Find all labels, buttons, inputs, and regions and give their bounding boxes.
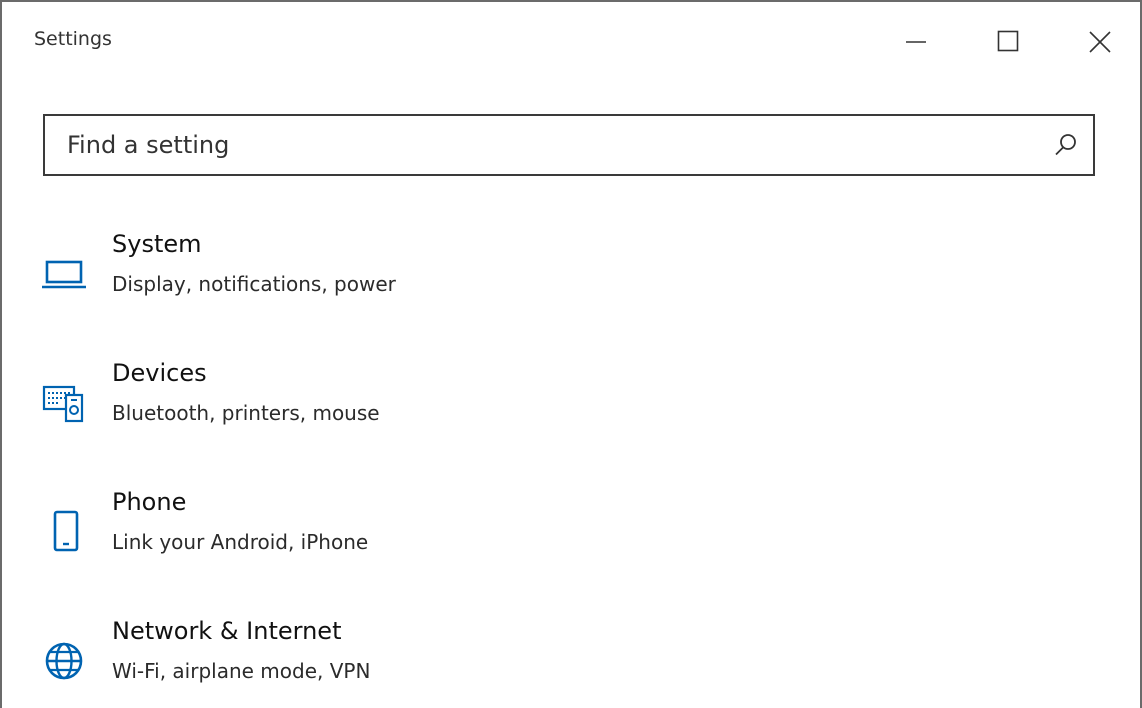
search-input[interactable]: Find a setting — [43, 114, 1095, 176]
category-subtitle: Link your Android, iPhone — [112, 530, 369, 554]
category-system[interactable]: System Display, notifications, power — [32, 220, 1112, 330]
category-subtitle: Bluetooth, printers, mouse — [112, 401, 380, 425]
search-placeholder: Find a setting — [67, 131, 230, 159]
category-devices[interactable]: Devices Bluetooth, printers, mouse — [32, 349, 1112, 459]
category-subtitle: Wi-Fi, airplane mode, VPN — [112, 659, 371, 683]
minimize-button[interactable] — [888, 16, 944, 68]
category-title: Phone — [112, 488, 187, 516]
maximize-button[interactable] — [980, 16, 1036, 68]
laptop-icon — [42, 260, 86, 289]
category-title: Network & Internet — [112, 617, 342, 645]
settings-window: Settings Find a setting System Display, … — [0, 0, 1142, 708]
phone-icon — [53, 510, 79, 552]
window-title: Settings — [34, 28, 112, 50]
globe-icon — [45, 642, 83, 680]
close-icon — [1089, 31, 1111, 53]
category-phone[interactable]: Phone Link your Android, iPhone — [32, 478, 1112, 588]
close-button[interactable] — [1072, 16, 1128, 68]
category-title: Devices — [112, 359, 207, 387]
category-network-internet[interactable]: Network & Internet Wi-Fi, airplane mode,… — [32, 607, 1112, 708]
devices-icon — [42, 385, 84, 423]
title-bar[interactable]: Settings — [2, 2, 1140, 82]
maximize-icon — [997, 30, 1019, 52]
minimize-icon — [906, 41, 926, 43]
category-title: System — [112, 230, 202, 258]
search-icon[interactable] — [1053, 132, 1079, 158]
category-subtitle: Display, notifications, power — [112, 272, 396, 296]
